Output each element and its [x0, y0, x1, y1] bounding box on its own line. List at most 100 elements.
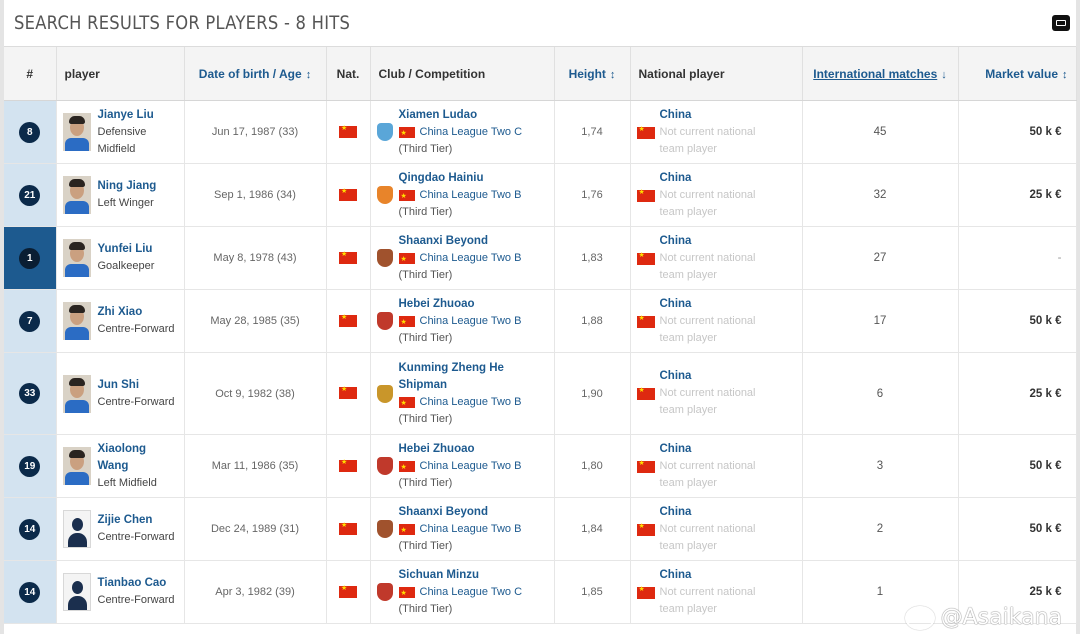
competition-link[interactable]: China League Two C — [420, 124, 523, 141]
club-name-link[interactable]: Hebei Zhuoao — [399, 296, 522, 313]
sort-icon[interactable]: ↕ — [1062, 69, 1068, 81]
player-photo[interactable] — [62, 176, 91, 214]
col-header-mv-label[interactable]: Market value — [985, 67, 1058, 81]
market-value-cell[interactable]: 50 k € — [958, 434, 1077, 498]
club-name-link[interactable]: Kunming Zheng He Shipman — [399, 360, 548, 394]
player-name-link[interactable]: Yunfei Liu — [98, 241, 155, 258]
nationality-cell — [326, 163, 371, 227]
competition-link[interactable]: China League Two B — [420, 187, 522, 204]
competition-tier: (Third Tier) — [398, 205, 453, 218]
competition-link[interactable]: China League Two C — [420, 584, 523, 601]
market-value-cell[interactable]: 25 k € — [958, 163, 1077, 227]
china-flag-icon — [636, 585, 655, 599]
china-flag-icon — [398, 459, 415, 476]
player-name-link[interactable]: Xiaolong Wang — [98, 441, 178, 475]
national-team-link[interactable]: China — [637, 504, 796, 521]
international-matches-cell: 45 — [802, 100, 959, 164]
player-cell: Ning Jiang Left Winger — [56, 163, 185, 227]
player-photo[interactable] — [62, 573, 91, 611]
national-team-link[interactable]: China — [637, 368, 796, 385]
club-cell: Hebei ZhuoaoChina League Two B(Third Tie… — [370, 434, 555, 498]
club-name-link[interactable]: Sichuan Minzu — [399, 567, 523, 584]
nationality-cell — [326, 100, 371, 164]
player-photo[interactable] — [62, 510, 91, 548]
national-team-link[interactable]: China — [637, 233, 796, 250]
national-status: Not current national team player — [659, 459, 756, 489]
club-cell: Hebei ZhuoaoChina League Two B(Third Tie… — [370, 289, 555, 353]
player-name-link[interactable]: Jun Shi — [98, 377, 175, 394]
market-value-cell[interactable]: 25 k € — [958, 352, 1077, 435]
shirt-number-badge: 33 — [19, 383, 41, 404]
china-flag-icon — [398, 314, 415, 331]
sort-icon[interactable]: ↕ — [306, 69, 312, 81]
col-header-club: Club / Competition — [370, 47, 555, 101]
sort-desc-icon[interactable]: ↓ — [941, 69, 947, 81]
player-photo[interactable] — [62, 113, 91, 151]
club-name-link[interactable]: Shaanxi Beyond — [399, 504, 522, 521]
national-team-link[interactable]: China — [637, 296, 796, 313]
national-team-link[interactable]: China — [637, 567, 796, 584]
col-header-dob[interactable]: Date of birth / Age ↕ — [184, 47, 327, 101]
player-photo[interactable] — [62, 239, 91, 277]
competition-link[interactable]: China League Two B — [420, 521, 522, 538]
player-photo[interactable] — [62, 374, 91, 413]
player-name-link[interactable]: Zijie Chen — [98, 512, 175, 529]
col-header-national: National player — [630, 47, 803, 101]
china-flag-icon — [636, 386, 655, 400]
col-header-mv[interactable]: Market value ↕ — [958, 47, 1077, 101]
dob-cell: Apr 3, 1982 (39) — [184, 560, 327, 624]
club-crest-icon[interactable] — [376, 186, 393, 204]
market-value-cell[interactable]: 50 k € — [958, 497, 1077, 561]
player-photo[interactable] — [62, 302, 91, 340]
col-header-dob-label[interactable]: Date of birth / Age — [199, 67, 302, 81]
col-header-intl-label[interactable]: International matches — [813, 67, 937, 81]
competition-link[interactable]: China League Two B — [420, 313, 522, 330]
table-row: 21 Ning Jiang Left Winger Sep 1, 1986 (34) Q… — [4, 163, 1077, 227]
player-cell: Yunfei Liu Goalkeeper — [56, 226, 185, 290]
col-header-height[interactable]: Height ↕ — [554, 47, 631, 101]
player-photo[interactable] — [62, 447, 91, 485]
club-crest-icon[interactable] — [376, 583, 393, 601]
market-value-cell[interactable]: 50 k € — [958, 100, 1077, 164]
national-player-cell: ChinaNot current national team player — [630, 434, 803, 498]
china-flag-icon — [339, 458, 357, 472]
competition-tier: (Third Tier) — [398, 331, 453, 344]
player-name-link[interactable]: Zhi Xiao — [98, 304, 175, 321]
china-flag-icon — [636, 125, 655, 139]
results-header: SEARCH RESULTS FOR PLAYERS - 8 HITS — [4, 0, 1076, 47]
market-value-cell[interactable]: 50 k € — [958, 289, 1077, 353]
player-name-link[interactable]: Ning Jiang — [98, 178, 157, 195]
club-crest-icon[interactable] — [376, 312, 393, 330]
player-position: Left Midfield — [97, 476, 157, 489]
nationality-cell — [326, 289, 371, 353]
club-crest-icon[interactable] — [376, 249, 393, 267]
club-crest-icon[interactable] — [376, 457, 393, 475]
player-name-link[interactable]: Jianye Liu — [98, 107, 178, 124]
national-team-link[interactable]: China — [637, 441, 796, 458]
national-team-link[interactable]: China — [637, 107, 796, 124]
club-crest-icon[interactable] — [376, 123, 393, 141]
sort-icon[interactable]: ↕ — [610, 69, 616, 81]
player-name-link[interactable]: Tianbao Cao — [98, 575, 175, 592]
competition-link[interactable]: China League Two B — [420, 250, 522, 267]
competition-link[interactable]: China League Two B — [420, 394, 522, 411]
col-header-height-label[interactable]: Height — [569, 67, 606, 81]
club-name-link[interactable]: Shaanxi Beyond — [399, 233, 522, 250]
club-crest-icon[interactable] — [376, 520, 393, 538]
club-crest-icon[interactable] — [376, 384, 393, 403]
national-team-link[interactable]: China — [637, 170, 796, 187]
international-matches-cell: 27 — [802, 226, 959, 290]
national-player-cell: ChinaNot current national team player — [630, 163, 803, 227]
china-flag-icon — [636, 251, 655, 265]
watermark: @Asaikana — [904, 605, 1062, 630]
market-value-cell[interactable]: - — [958, 226, 1077, 290]
club-name-link[interactable]: Qingdao Hainiu — [399, 170, 522, 187]
expand-icon[interactable] — [1052, 15, 1070, 31]
club-name-link[interactable]: Xiamen Ludao — [399, 107, 523, 124]
table-row: 1 Yunfei Liu Goalkeeper May 8, 1978 (43) Sha… — [4, 226, 1077, 290]
club-name-link[interactable]: Hebei Zhuoao — [399, 441, 522, 458]
competition-link[interactable]: China League Two B — [420, 458, 522, 475]
nationality-cell — [326, 352, 371, 435]
player-cell: Zijie Chen Centre-Forward — [56, 497, 185, 561]
col-header-intl[interactable]: International matches ↓ — [802, 47, 959, 101]
